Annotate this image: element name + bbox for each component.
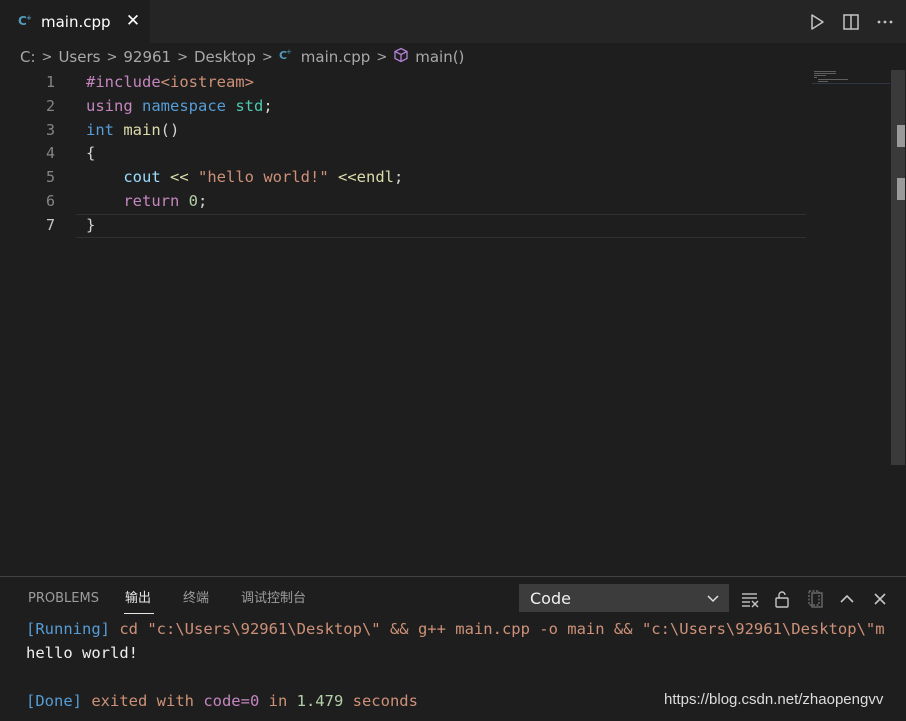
- svg-text:+: +: [26, 14, 32, 22]
- svg-text:+: +: [286, 48, 292, 56]
- line-number: 4: [45, 144, 55, 163]
- breadcrumb-item-symbol[interactable]: main(): [415, 48, 464, 66]
- code-line: using namespace std;: [86, 96, 273, 115]
- tab-main-cpp[interactable]: C + main.cpp ✕: [0, 0, 150, 43]
- lock-icon[interactable]: [772, 589, 792, 609]
- current-line-highlight: [76, 213, 806, 238]
- line-number: 1: [45, 73, 55, 91]
- tab-bar: C + main.cpp ✕: [0, 0, 906, 43]
- more-icon[interactable]: [874, 11, 896, 33]
- bottom-panel: PROBLEMS 输出 终端 调试控制台 Code [Running] cd "…: [0, 576, 906, 721]
- split-editor-icon[interactable]: [840, 11, 862, 33]
- cpp-file-icon: C +: [18, 13, 34, 29]
- close-panel-icon[interactable]: [870, 589, 890, 609]
- close-icon[interactable]: ✕: [124, 12, 142, 30]
- clear-output-icon[interactable]: [740, 589, 760, 609]
- output-line: [Done] exited with code=0 in 1.479 secon…: [26, 692, 418, 710]
- breadcrumb-item-file[interactable]: main.cpp: [301, 48, 371, 66]
- chevron-right-icon: >: [177, 49, 188, 65]
- tab-output[interactable]: 输出: [125, 591, 151, 607]
- chevron-right-icon: >: [106, 49, 118, 65]
- breadcrumb: C: > Users > 92961 > Desktop > C + main.c…: [20, 46, 464, 68]
- line-number: 5: [45, 168, 55, 187]
- chevron-down-icon: [707, 595, 719, 603]
- active-tab-indicator: [124, 613, 154, 614]
- code-line: cout << "hello world!" <<endl;: [86, 168, 404, 187]
- breadcrumb-item-92961[interactable]: 92961: [123, 48, 171, 66]
- output-channel-value: Code: [530, 589, 571, 608]
- breadcrumb-item-users[interactable]: Users: [58, 48, 100, 66]
- tab-terminal[interactable]: 终端: [183, 591, 209, 607]
- output-channel-select[interactable]: Code: [519, 584, 729, 612]
- scrollbar-marker: [897, 178, 905, 200]
- output-line: hello world!: [26, 644, 138, 662]
- code-line: }: [86, 215, 96, 234]
- code-line: #include<iostream>: [86, 73, 254, 91]
- line-number: 6: [45, 192, 55, 210]
- line-number: 7: [45, 215, 55, 234]
- symbol-method-icon: [393, 47, 409, 67]
- copy-icon[interactable]: [806, 589, 826, 609]
- line-number: 3: [45, 120, 55, 139]
- chevron-right-icon: >: [261, 49, 273, 65]
- minimap[interactable]: [812, 70, 890, 90]
- code-line: return 0;: [86, 192, 208, 210]
- code-line: {: [86, 144, 96, 163]
- tab-problems[interactable]: PROBLEMS: [28, 591, 99, 607]
- run-icon[interactable]: [806, 11, 828, 33]
- code-editor[interactable]: 1 #include<iostream> 2 using namespace std;…: [0, 70, 906, 575]
- chevron-up-icon[interactable]: [837, 589, 857, 609]
- tab-debug-console[interactable]: 调试控制台: [241, 591, 306, 607]
- line-number: 2: [45, 96, 55, 115]
- tab-label: main.cpp: [41, 13, 111, 31]
- cpp-file-icon: C +: [279, 48, 295, 66]
- scrollbar-thumb[interactable]: [897, 125, 905, 147]
- code-line: int main(): [86, 120, 180, 139]
- output-line: [Running] cd "c:\Users\92961\Desktop\" &…: [26, 620, 885, 638]
- watermark: https://blog.csdn.net/zhaopengvv: [664, 691, 884, 708]
- chevron-right-icon: >: [41, 49, 53, 65]
- breadcrumb-item-c[interactable]: C:: [20, 48, 36, 66]
- chevron-right-icon: >: [376, 49, 388, 65]
- editor-actions: [806, 11, 896, 33]
- breadcrumb-item-desktop[interactable]: Desktop: [194, 48, 256, 66]
